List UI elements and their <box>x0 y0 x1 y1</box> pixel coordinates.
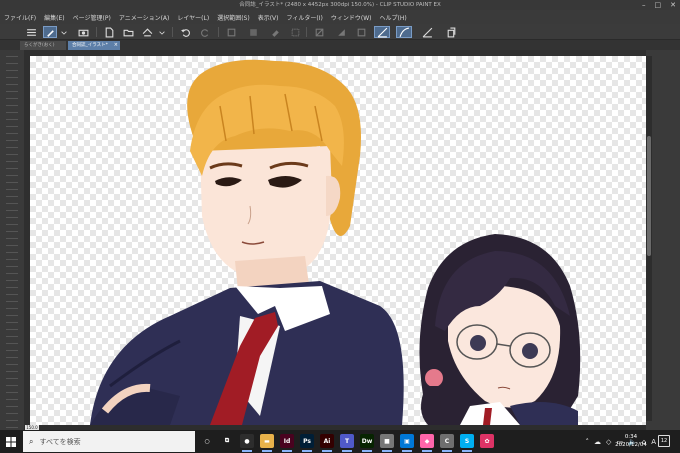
taskbar-clock[interactable]: 0:34 2020/12/04 <box>612 433 650 449</box>
tab-label: 合同誌_イラスト* <box>72 43 108 48</box>
dropbox-icon[interactable]: ◇ <box>606 438 611 446</box>
select-rect-icon[interactable] <box>288 26 302 38</box>
minimize-icon[interactable]: – <box>642 0 646 10</box>
undo-icon[interactable] <box>178 26 192 38</box>
selection-launcher-icon[interactable] <box>334 26 348 38</box>
paint-icon[interactable]: ◆ <box>420 434 434 452</box>
clipstudio-icon[interactable]: C <box>440 434 454 452</box>
vertical-scroll-thumb[interactable] <box>647 136 651 256</box>
illustration <box>90 59 581 425</box>
cortana-icon[interactable]: ○ <box>200 434 214 448</box>
document-tabs: らくがき(おく) 合同誌_イラスト* × <box>0 40 680 50</box>
artboard[interactable] <box>30 56 646 425</box>
task-view-icon[interactable]: ⧉ <box>220 434 234 448</box>
canvas-area[interactable] <box>24 50 646 425</box>
camera-icon[interactable] <box>76 26 90 38</box>
indesign-icon[interactable]: Id <box>280 434 294 452</box>
menu-icon[interactable] <box>24 26 38 38</box>
title-bar: 合同誌_イラスト* (2480 x 4452px 300dpi 150.0%) … <box>0 0 680 10</box>
menu-item-0[interactable]: ファイル(F) <box>4 13 36 22</box>
fill-icon[interactable] <box>246 26 260 38</box>
transform-icon[interactable] <box>224 26 238 38</box>
illustrator-icon[interactable]: Ai <box>320 434 334 452</box>
menu-item-2[interactable]: ページ管理(P) <box>73 13 111 22</box>
clip-studio-window: 合同誌_イラスト* (2480 x 4452px 300dpi 150.0%) … <box>0 0 680 453</box>
menu-item-7[interactable]: フィルター(I) <box>287 13 323 22</box>
skype-icon[interactable]: S <box>460 434 474 452</box>
explorer-icon[interactable]: ▬ <box>260 434 274 452</box>
menu-item-6[interactable]: 表示(V) <box>258 13 279 22</box>
photoshop-icon[interactable]: Ps <box>300 434 314 452</box>
search-placeholder: すべてを検索 <box>39 437 81 446</box>
search-icon: ⌕ <box>29 436 34 446</box>
menu-item-8[interactable]: ウィンドウ(W) <box>331 13 372 22</box>
tab-close-icon[interactable]: × <box>114 41 118 50</box>
chevron-up-icon[interactable]: ˄ <box>586 438 590 446</box>
photos-icon[interactable]: ✿ <box>480 434 494 448</box>
pen-tool-icon[interactable] <box>43 26 57 38</box>
vertical-scrollbar[interactable] <box>646 56 652 421</box>
menu-item-4[interactable]: レイヤー(L) <box>177 13 209 22</box>
stroke-active-icon[interactable] <box>374 26 390 38</box>
menu-item-5[interactable]: 選択範囲(S) <box>217 13 250 22</box>
ruler-icon[interactable] <box>420 26 434 38</box>
dropdown-icon[interactable] <box>60 26 68 38</box>
close-icon[interactable]: ✕ <box>670 0 676 10</box>
dreamweaver-icon[interactable]: Dw <box>360 434 374 452</box>
chrome-icon[interactable]: ● <box>240 434 254 452</box>
open-folder-icon[interactable] <box>121 26 135 38</box>
cloud-icon[interactable]: ☁ <box>594 438 601 446</box>
notification-count: 12 <box>660 438 668 444</box>
windows-start-icon[interactable] <box>0 430 22 453</box>
tab-label: らくがき(おく) <box>24 43 55 48</box>
curve-active-icon[interactable] <box>396 26 412 38</box>
menu-item-9[interactable]: ヘルプ(H) <box>379 13 406 22</box>
ruler-top <box>24 50 646 56</box>
clear-icon[interactable] <box>354 26 368 38</box>
maximize-icon[interactable]: □ <box>655 0 662 10</box>
clock-time: 0:34 <box>624 434 638 440</box>
taskbar-search-input[interactable]: ⌕ すべてを検索 <box>23 431 195 452</box>
left-panel-strip <box>0 50 24 430</box>
ime-label[interactable]: A <box>651 438 656 446</box>
store-icon[interactable]: ▣ <box>400 434 414 452</box>
command-bar <box>0 24 680 40</box>
menu-item-3[interactable]: アニメーション(A) <box>119 13 170 22</box>
redo-icon[interactable] <box>198 26 212 38</box>
ruler-left <box>24 50 30 425</box>
tab-goudoushi[interactable]: 合同誌_イラスト* × <box>68 41 120 50</box>
clock-date: 2020/12/04 <box>615 442 647 448</box>
export-icon[interactable] <box>444 26 458 38</box>
new-file-icon[interactable] <box>102 26 116 38</box>
scan-icon[interactable] <box>158 26 166 38</box>
window-title: 合同誌_イラスト* (2480 x 4452px 300dpi 150.0%) … <box>239 2 441 8</box>
tab-rakugaki[interactable]: らくがき(おく) <box>20 41 66 50</box>
notification-center-icon[interactable]: 12 <box>658 435 670 447</box>
app-icon[interactable]: ■ <box>380 434 394 452</box>
menu-item-1[interactable]: 編集(E) <box>44 13 64 22</box>
save-icon[interactable] <box>140 26 154 38</box>
teams-icon[interactable]: T <box>340 434 354 452</box>
menu-bar: ファイル(F) 編集(E) ページ管理(P) アニメーション(A) レイヤー(L) 選択範… <box>0 10 680 24</box>
windows-taskbar: ⌕ すべてを検索 ○ ⧉ ● ▬ Id Ps Ai T Dw ■ ▣ ◆ C S ✿ ˄ ☁ ◇ ▭ 🔈 ⌂… <box>0 430 680 453</box>
hide-selection-icon[interactable] <box>312 26 326 38</box>
erase-icon[interactable] <box>268 26 282 38</box>
